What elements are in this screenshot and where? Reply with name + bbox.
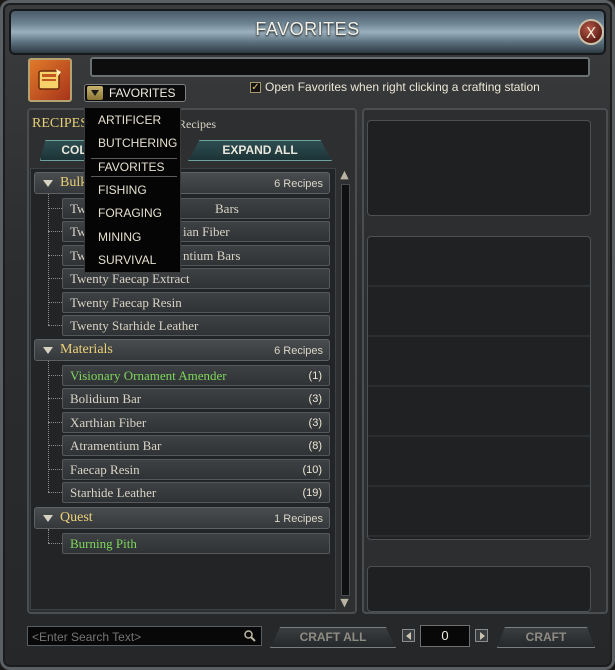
recipe-quantity: (19) <box>302 487 322 499</box>
recipe-name-tail: Bars <box>215 201 239 216</box>
tree-branch <box>48 375 62 376</box>
recipe-row[interactable]: Twenty Starhide Leather <box>62 315 330 336</box>
tree-branch <box>48 469 62 470</box>
expand-all-button[interactable]: EXPAND ALL <box>188 140 332 161</box>
recipe-quantity: (10) <box>302 464 322 476</box>
recipe-row[interactable]: Bolidium Bar (3) <box>62 388 330 409</box>
recipes-header: RECIPES <box>32 116 89 131</box>
category-dropdown-list: ARTIFICER BUTCHERING FAVORITES FISHING F… <box>84 107 181 273</box>
tree-branch <box>48 208 62 209</box>
dropdown-option-favorites[interactable]: FAVORITES <box>98 160 164 174</box>
dropdown-separator <box>91 158 177 159</box>
recipe-name: Atramentium Bar <box>70 438 162 453</box>
tree-branch <box>48 325 62 326</box>
tree-branch <box>48 398 62 399</box>
group-name: Materials <box>60 342 113 357</box>
craft-all-button[interactable]: CRAFT ALL <box>270 627 396 648</box>
tree-branch <box>48 278 62 279</box>
tree-branch <box>48 231 62 232</box>
group-header-materials[interactable]: Materials 6 Recipes <box>34 339 330 361</box>
scroll-down-icon[interactable]: ▼ <box>338 596 351 610</box>
tree-line <box>48 529 49 543</box>
recipe-quantity: (8) <box>308 440 322 452</box>
result-box <box>367 566 591 612</box>
recipe-name: Twenty Faecap Resin <box>70 295 182 310</box>
ingredients-box <box>367 236 591 540</box>
recipe-row[interactable]: Starhide Leather (19) <box>62 482 330 503</box>
recipe-name: Starhide Leather <box>70 485 157 500</box>
tree-branch <box>48 543 62 544</box>
tree-branch <box>48 422 62 423</box>
dropdown-option-butchering[interactable]: BUTCHERING <box>98 136 177 150</box>
recipe-name: Twenty Faecap Extract <box>70 271 190 286</box>
recipe-name-tail: ntium Bars <box>183 248 241 263</box>
search-box[interactable] <box>27 626 262 647</box>
tree-branch <box>48 492 62 493</box>
group-header-quest[interactable]: Quest 1 Recipes <box>34 507 330 529</box>
scroll-track[interactable] <box>341 184 350 596</box>
open-favorites-checkbox[interactable]: ✓ <box>250 82 261 93</box>
recipe-row[interactable]: Twenty Faecap Resin <box>62 292 330 313</box>
recipe-name-tail: ian Fiber <box>183 224 230 239</box>
dropdown-option-artificer[interactable]: ARTIFICER <box>98 113 161 127</box>
recipe-name: Faecap Resin <box>70 462 140 477</box>
category-select-value: FAVORITES <box>109 86 176 100</box>
recipes-header-suffix: Recipes <box>178 117 216 131</box>
title-bar[interactable]: FAVORITES <box>9 9 606 55</box>
chevron-down-icon[interactable] <box>87 86 103 100</box>
category-select[interactable]: FAVORITES <box>84 84 186 102</box>
decrease-quantity-icon[interactable] <box>402 629 415 642</box>
recipe-name: Xarthian Fiber <box>70 415 147 430</box>
collapse-triangle-icon[interactable] <box>43 515 53 522</box>
dropdown-option-mining[interactable]: MINING <box>98 230 141 244</box>
recipe-quantity: (3) <box>308 393 322 405</box>
recipe-quantity: (3) <box>308 417 322 429</box>
dropdown-option-survival[interactable]: SURVIVAL <box>98 253 156 267</box>
recipe-quantity: (1) <box>308 370 322 382</box>
recipe-list-scrollbar[interactable]: ▲ ▼ <box>338 168 351 610</box>
collapse-triangle-icon[interactable] <box>43 180 53 187</box>
dropdown-option-foraging[interactable]: FORAGING <box>98 206 162 220</box>
tree-branch <box>48 255 62 256</box>
search-icon[interactable] <box>243 629 257 643</box>
dropdown-option-fishing[interactable]: FISHING <box>98 183 147 197</box>
recipe-book-icon[interactable] <box>28 58 72 102</box>
group-count: 6 Recipes <box>274 178 323 190</box>
recipe-row[interactable]: Xarthian Fiber (3) <box>62 412 330 433</box>
recipe-details-header-box <box>367 120 591 216</box>
scroll-up-icon[interactable]: ▲ <box>338 168 351 182</box>
recipe-name-field[interactable] <box>90 57 590 77</box>
group-count: 1 Recipes <box>274 513 323 525</box>
recipe-name: Twenty Starhide Leather <box>70 318 199 333</box>
window-title: FAVORITES <box>255 19 360 39</box>
recipe-name: Visionary Ornament Amender <box>70 368 227 383</box>
search-input[interactable] <box>28 627 244 647</box>
recipe-name: Burning Pith <box>70 536 137 551</box>
tree-line <box>48 194 49 325</box>
recipe-row[interactable]: Burning Pith <box>62 533 330 554</box>
close-button[interactable]: X <box>578 19 604 45</box>
tree-line <box>48 361 49 492</box>
recipe-row[interactable]: Visionary Ornament Amender (1) <box>62 365 330 386</box>
tree-branch <box>48 302 62 303</box>
open-favorites-label: Open Favorites when right clicking a cra… <box>265 80 540 94</box>
recipe-row[interactable]: Atramentium Bar (8) <box>62 435 330 456</box>
group-name: Quest <box>60 510 93 525</box>
craft-button[interactable]: CRAFT <box>497 627 595 648</box>
quantity-field[interactable]: 0 <box>420 625 470 647</box>
recipe-name: Bolidium Bar <box>70 391 142 406</box>
increase-quantity-icon[interactable] <box>475 629 488 642</box>
recipe-row[interactable]: Faecap Resin (10) <box>62 459 330 480</box>
collapse-triangle-icon[interactable] <box>43 347 53 354</box>
group-header-bulk[interactable]: Bulk 6 Recipes <box>34 172 330 194</box>
dropdown-separator <box>91 176 177 177</box>
tree-branch <box>48 445 62 446</box>
group-count: 6 Recipes <box>274 345 323 357</box>
